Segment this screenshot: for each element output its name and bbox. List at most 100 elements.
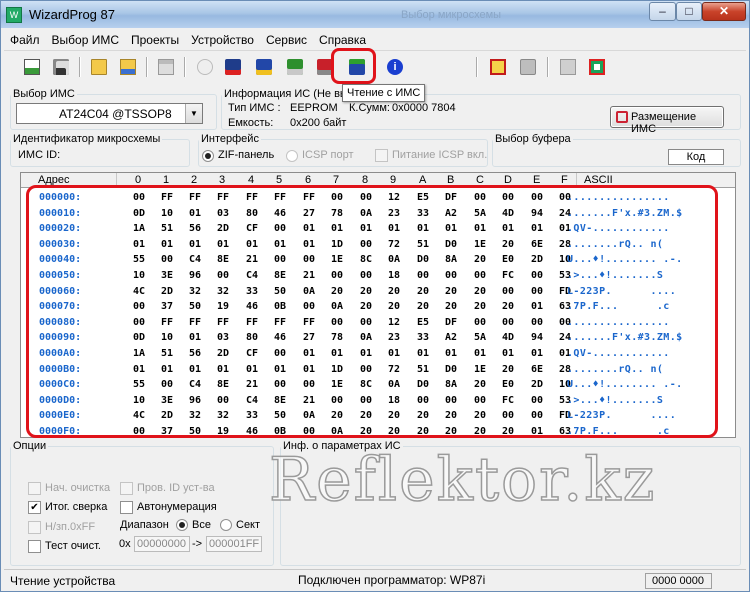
toolbar-separator bbox=[476, 57, 478, 77]
buffer-legend: Выбор буфера bbox=[495, 133, 571, 145]
autonum-label: Автонумерация bbox=[137, 501, 217, 513]
pre-erase-checkbox[interactable] bbox=[28, 482, 41, 495]
window-title: WizardProg 87 bbox=[29, 7, 115, 22]
status-left: Чтение устройства bbox=[10, 574, 116, 588]
chip-id-icon bbox=[197, 59, 213, 75]
icsp-radio[interactable] bbox=[286, 150, 298, 162]
expand-icon bbox=[589, 59, 605, 75]
range-hex-prefix: 0x bbox=[119, 538, 131, 550]
menu-bar: Файл Выбор ИМС Проекты Устройство Сервис Спра… bbox=[4, 30, 746, 50]
open-icon bbox=[24, 59, 40, 75]
icsp-power-label: Питание ICSP вкл. bbox=[392, 149, 488, 161]
chip-id-legend: Идентификатор микросхемы bbox=[13, 133, 161, 145]
range-sector-radio[interactable] bbox=[220, 519, 232, 531]
folder-save-icon bbox=[120, 59, 136, 75]
range-to-input[interactable]: 000001FF bbox=[206, 536, 262, 552]
info-button[interactable]: i bbox=[384, 56, 406, 78]
save-button[interactable] bbox=[50, 56, 72, 78]
icsp-label: ICSP порт bbox=[302, 149, 354, 161]
chip-combobox-value: AT24C04 @TSSOP8 bbox=[59, 107, 172, 121]
erase-button[interactable] bbox=[253, 56, 275, 78]
interface-legend: Интерфейс bbox=[201, 133, 259, 145]
verify-icon bbox=[287, 59, 303, 75]
skip-ff-checkbox[interactable] bbox=[28, 521, 41, 534]
menu-service[interactable]: Сервис bbox=[260, 30, 313, 47]
status-bar: Чтение устройства Подключен программатор… bbox=[4, 569, 746, 591]
range-arrow: -> bbox=[192, 538, 203, 550]
capacity-value: 0x200 байт bbox=[290, 117, 347, 129]
verify-button[interactable] bbox=[284, 56, 306, 78]
chevron-down-icon[interactable]: ▼ bbox=[185, 104, 202, 123]
ghost-dialog-title: Выбор микросхемы bbox=[401, 9, 502, 21]
range-sector-label: Сект bbox=[236, 519, 261, 531]
app-icon: W bbox=[6, 7, 22, 23]
check-id-label: Пров. ID уст-ва bbox=[137, 482, 215, 494]
range-from-input[interactable]: 00000000 bbox=[134, 536, 190, 552]
range-all-radio[interactable] bbox=[176, 519, 188, 531]
checksum-label: К.Сумм: bbox=[349, 102, 390, 114]
open-project-button[interactable] bbox=[21, 56, 43, 78]
floppy-icon bbox=[53, 59, 69, 75]
check-id-checkbox[interactable] bbox=[120, 482, 133, 495]
status-center: Подключен программатор: WP87i bbox=[298, 573, 486, 587]
chip-id-label: ИМС ID: bbox=[18, 149, 61, 161]
zif-label: ZIF-панель bbox=[218, 149, 275, 161]
chip-placement-label: Размещение ИМС bbox=[631, 111, 697, 135]
skip-ff-label: Н/зп.0xFF bbox=[45, 521, 96, 533]
chip-combobox[interactable]: AT24C04 @TSSOP8 ▼ bbox=[16, 103, 203, 124]
info-icon: i bbox=[387, 59, 403, 75]
chip-placement-button[interactable]: Размещение ИМС bbox=[610, 106, 724, 135]
minimize-button[interactable]: – bbox=[649, 2, 676, 21]
menu-chip-select[interactable]: Выбор ИМС bbox=[46, 30, 125, 47]
folder-icon bbox=[91, 59, 107, 75]
icsp-power-checkbox[interactable] bbox=[375, 149, 388, 162]
range-label: Диапазон bbox=[120, 519, 169, 531]
verify-checkbox[interactable]: ✔ bbox=[28, 501, 41, 514]
exit-button[interactable] bbox=[557, 56, 579, 78]
toolbar-separator bbox=[146, 57, 148, 77]
checksum-value: 0x0000 7804 bbox=[392, 102, 456, 114]
settings-button[interactable] bbox=[487, 56, 509, 78]
title-bar[interactable]: W WizardProg 87 Выбор микросхемы – □ ✕ bbox=[1, 1, 749, 28]
highlight-read-button bbox=[331, 48, 376, 84]
blank-check-icon bbox=[225, 59, 241, 75]
verify-label: Итог. сверка bbox=[45, 501, 108, 513]
chip-select-legend: Выбор ИМС bbox=[13, 88, 75, 100]
toolbar-separator bbox=[79, 57, 81, 77]
test-erase-checkbox[interactable] bbox=[28, 540, 41, 553]
tooltip-read-chip: Чтение с ИМС bbox=[342, 84, 426, 102]
main-window: W WizardProg 87 Выбор микросхемы – □ ✕ Ф… bbox=[0, 0, 750, 592]
toolbar-separator bbox=[547, 57, 549, 77]
range-all-label: Все bbox=[192, 519, 211, 531]
print-button[interactable] bbox=[517, 56, 539, 78]
close-button[interactable]: ✕ bbox=[702, 2, 746, 21]
highlight-hex-grid bbox=[26, 185, 718, 438]
calculator-button[interactable] bbox=[155, 56, 177, 78]
blank-check-button[interactable] bbox=[222, 56, 244, 78]
pre-erase-label: Нач. очистка bbox=[45, 482, 111, 494]
exit-icon bbox=[560, 59, 576, 75]
test-erase-label: Тест очист. bbox=[45, 540, 101, 552]
open-file-button[interactable] bbox=[88, 56, 110, 78]
menu-projects[interactable]: Проекты bbox=[125, 30, 185, 47]
chip-id-button[interactable] bbox=[194, 56, 216, 78]
menu-help[interactable]: Справка bbox=[313, 30, 372, 47]
options-legend: Опции bbox=[13, 440, 47, 452]
watermark-text: Reflektor.kz bbox=[268, 444, 657, 516]
maximize-button[interactable]: □ bbox=[676, 2, 702, 21]
printer-icon bbox=[520, 59, 536, 75]
chip-placement-icon bbox=[616, 111, 628, 123]
erase-icon bbox=[256, 59, 272, 75]
toolbar-separator bbox=[184, 57, 186, 77]
capacity-label: Емкость: bbox=[228, 117, 274, 129]
status-right: 0000 0000 bbox=[645, 573, 712, 589]
autonum-checkbox[interactable] bbox=[120, 501, 133, 514]
save-file-button[interactable] bbox=[117, 56, 139, 78]
fullscreen-button[interactable] bbox=[586, 56, 608, 78]
menu-file[interactable]: Файл bbox=[4, 30, 46, 47]
buffer-select[interactable]: Код bbox=[668, 149, 724, 165]
chip-type-label: Тип ИМС : bbox=[228, 102, 281, 114]
menu-device[interactable]: Устройство bbox=[185, 30, 260, 47]
zif-radio[interactable] bbox=[202, 150, 214, 162]
settings-icon bbox=[490, 59, 506, 75]
